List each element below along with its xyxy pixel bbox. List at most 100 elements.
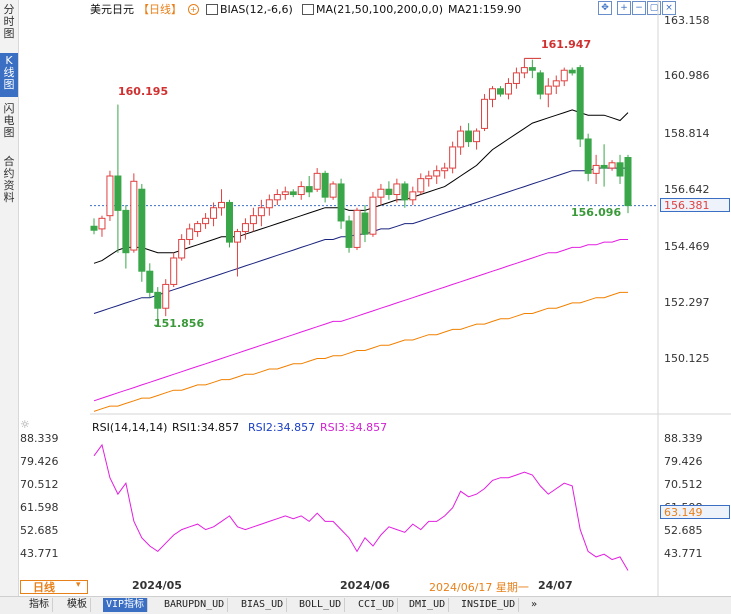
- candle: [592, 154, 600, 184]
- ma-line-ma50: [93, 167, 628, 314]
- price-tick-label: 152.297: [664, 296, 710, 309]
- candle: [186, 223, 194, 245]
- candle-body: [321, 172, 329, 198]
- candle-body: [329, 183, 337, 198]
- rsi-tick-label: 43.771: [664, 547, 703, 560]
- candle: [489, 86, 497, 108]
- candle: [369, 191, 377, 237]
- tab-vip-indicators[interactable]: VIP指标: [103, 598, 149, 612]
- candle-body: [249, 215, 257, 225]
- candle-body: [417, 178, 425, 193]
- candle: [241, 218, 249, 240]
- tab-cci[interactable]: CCI_UD: [355, 598, 399, 612]
- candle: [265, 194, 273, 216]
- tab-barupdn[interactable]: BARUPDN_UD: [161, 598, 229, 612]
- candle-body: [210, 207, 218, 219]
- high-annotation: 160.195: [118, 85, 169, 98]
- candle: [544, 78, 552, 108]
- candle-body: [233, 231, 241, 243]
- rsi-tick-label: 70.512: [664, 478, 703, 491]
- candle-body: [536, 72, 544, 95]
- candle: [257, 199, 265, 227]
- candle-body: [369, 196, 377, 235]
- tab-indicators[interactable]: 指标: [26, 598, 53, 612]
- candle-body: [194, 223, 202, 233]
- candle: [281, 186, 289, 200]
- candle-body: [433, 170, 441, 177]
- tab-inside[interactable]: INSIDE_UD: [458, 598, 520, 612]
- candle-body: [624, 157, 632, 207]
- candle: [449, 141, 457, 174]
- low-annotation: 151.856: [154, 317, 205, 330]
- candle: [584, 133, 592, 182]
- candle: [114, 104, 122, 253]
- candle-body: [218, 201, 226, 209]
- candle: [624, 154, 632, 214]
- candle-body: [496, 88, 504, 95]
- candle: [385, 181, 393, 200]
- price-tick-label: 150.125: [664, 352, 710, 365]
- candle: [194, 220, 202, 237]
- peak-annotation: 161.947: [541, 38, 592, 51]
- candle: [465, 123, 473, 147]
- candle: [576, 64, 584, 147]
- candle-body: [146, 270, 154, 293]
- candle-body: [297, 186, 305, 196]
- candle-body: [616, 162, 624, 177]
- chevron-down-icon[interactable]: ▾: [76, 580, 81, 590]
- candle: [305, 176, 313, 198]
- candle: [218, 189, 226, 216]
- candle-body: [225, 201, 233, 243]
- candle-body: [186, 228, 194, 240]
- price-tick-label: 163.158: [664, 14, 710, 27]
- candle: [512, 67, 520, 89]
- candle-body: [154, 291, 162, 309]
- candle: [425, 170, 433, 187]
- tab-boll[interactable]: BOLL_UD: [296, 598, 346, 612]
- tab-dmi[interactable]: DMI_UD: [406, 598, 450, 612]
- candle: [504, 78, 512, 100]
- rsi-label: RSI(14,14,14): [92, 421, 168, 434]
- tab-bias[interactable]: BIAS_UD: [238, 598, 288, 612]
- candle: [496, 86, 504, 97]
- candle-body: [401, 183, 409, 201]
- candle-body: [265, 199, 273, 209]
- candle: [329, 181, 337, 200]
- more-tabs-button[interactable]: »: [528, 598, 540, 612]
- candle-body: [353, 209, 361, 248]
- candle: [106, 170, 114, 221]
- candle: [473, 128, 481, 150]
- candle-body: [465, 130, 473, 143]
- kline-chart[interactable]: [0, 0, 731, 600]
- candle-body: [377, 188, 385, 198]
- candle-body: [425, 175, 433, 180]
- last-low-annotation: 156.096: [571, 206, 622, 219]
- price-tick-label: 156.642: [664, 183, 710, 196]
- candle: [616, 154, 624, 184]
- candle: [552, 75, 560, 95]
- rsi2-value: RSI2:34.857: [248, 421, 316, 434]
- candle: [138, 183, 146, 282]
- candle: [162, 279, 170, 317]
- candle-body: [409, 191, 417, 201]
- candle: [433, 165, 441, 184]
- candle: [202, 213, 210, 229]
- candle-body: [162, 283, 170, 309]
- candle: [98, 215, 106, 237]
- price-tick-label: 158.814: [664, 127, 710, 140]
- settings-icon[interactable]: ☼: [20, 418, 30, 431]
- candle: [321, 170, 329, 203]
- tab-templates[interactable]: 模板: [64, 598, 91, 612]
- candle: [409, 186, 417, 206]
- candle: [345, 215, 353, 253]
- candle-body: [345, 220, 353, 248]
- candle-body: [449, 146, 457, 169]
- candle: [520, 58, 528, 79]
- candle: [178, 234, 186, 261]
- candle: [130, 173, 138, 253]
- candle-body: [130, 180, 138, 251]
- candle-body: [441, 167, 449, 172]
- rsi-left-tick: 61.598: [20, 501, 59, 514]
- crosshair-date: 2024/06/17 星期一: [429, 581, 529, 594]
- candle: [170, 252, 178, 288]
